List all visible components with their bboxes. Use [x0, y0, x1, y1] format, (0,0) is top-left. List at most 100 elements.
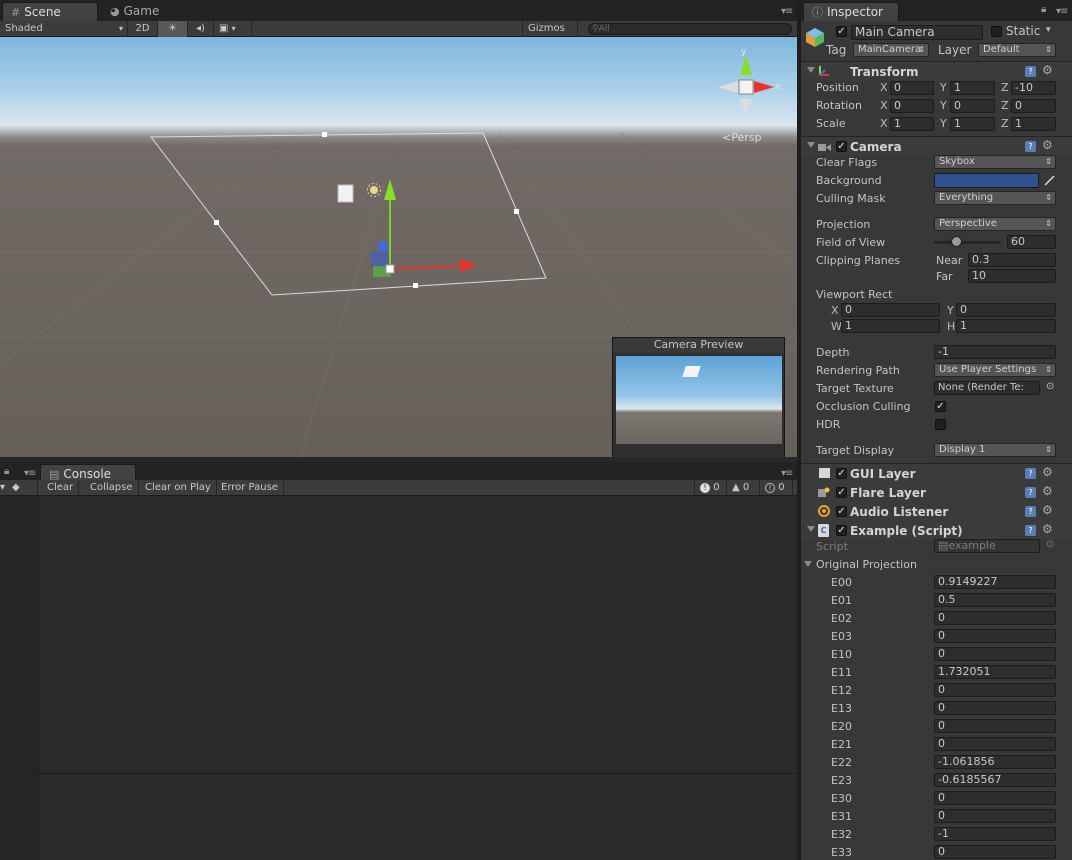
projection-dropdown[interactable]: Perspective ⇕: [934, 217, 1056, 231]
tab-game[interactable]: ◕ Game: [102, 2, 182, 21]
rotation-y-field[interactable]: 0: [950, 99, 995, 113]
fov-slider-track[interactable]: [934, 241, 1001, 244]
error-pause-button[interactable]: Error Pause: [216, 480, 284, 496]
gizmos-dropdown[interactable]: Gizmos ▾: [522, 21, 578, 48]
example-script-header[interactable]: C ✓ Example (Script) ? ⚙: [801, 521, 1072, 540]
panel-menu-icon[interactable]: ▾≡: [1056, 6, 1068, 17]
matrix-e33-field[interactable]: 0: [934, 845, 1056, 859]
tag-icon[interactable]: ▾ ◆: [0, 480, 38, 496]
hdr-checkbox[interactable]: [935, 419, 946, 430]
gear-icon[interactable]: ⚙: [1042, 465, 1053, 479]
active-checkbox[interactable]: ✓: [836, 26, 847, 37]
static-checkbox[interactable]: [991, 26, 1002, 37]
panel-menu-icon[interactable]: ▾≡: [781, 6, 793, 17]
object-picker-icon[interactable]: ⊙: [1046, 539, 1054, 550]
near-field[interactable]: 0.3: [968, 253, 1056, 267]
position-x-field[interactable]: 0: [890, 81, 934, 95]
audio-listener-header[interactable]: ✓ Audio Listener ? ⚙: [801, 502, 1072, 521]
far-field[interactable]: 10: [968, 269, 1056, 283]
matrix-e00-field[interactable]: 0.9149227: [934, 575, 1056, 589]
depth-field[interactable]: -1: [934, 345, 1056, 359]
panel-menu-icon[interactable]: ▾≡: [781, 468, 793, 479]
flare-layer-header[interactable]: ✓ Flare Layer ? ⚙: [801, 483, 1072, 502]
viewport-x-field[interactable]: 0: [841, 303, 940, 317]
scale-x-field[interactable]: 1: [890, 117, 934, 131]
camera-header[interactable]: ✓ Camera ? ⚙: [801, 137, 1072, 156]
example-script-checkbox[interactable]: ✓: [836, 525, 847, 536]
camera-enabled-checkbox[interactable]: ✓: [836, 141, 847, 152]
cube-object[interactable]: [337, 184, 354, 203]
scale-y-field[interactable]: 1: [950, 117, 995, 131]
rotation-x-field[interactable]: 0: [890, 99, 934, 113]
matrix-e02-field[interactable]: 0: [934, 611, 1056, 625]
matrix-e13-field[interactable]: 0: [934, 701, 1056, 715]
help-icon[interactable]: ?: [1025, 66, 1036, 77]
matrix-e31-field[interactable]: 0: [934, 809, 1056, 823]
clear-flags-dropdown[interactable]: Skybox ⇕: [934, 155, 1056, 169]
matrix-e30-field[interactable]: 0: [934, 791, 1056, 805]
errors-toggle[interactable]: ! 0: [760, 480, 793, 496]
shading-dropdown[interactable]: Shaded ▾: [0, 21, 128, 37]
collapse-button[interactable]: Collapse: [85, 480, 139, 496]
move-gizmo[interactable]: [371, 179, 478, 277]
rendering-path-dropdown[interactable]: Use Player Settings ⇕: [934, 363, 1056, 377]
position-y-field[interactable]: 1: [950, 81, 995, 95]
help-icon[interactable]: ?: [1025, 506, 1036, 517]
rotation-z-field[interactable]: 0: [1011, 99, 1056, 113]
scene-viewport[interactable]: y x <Persp Camera Preview: [0, 37, 797, 457]
position-z-field[interactable]: -10: [1011, 81, 1056, 95]
eyedropper-icon[interactable]: [1043, 173, 1057, 187]
console-divider[interactable]: [39, 773, 799, 774]
orientation-gizmo[interactable]: [718, 55, 774, 115]
effects-dropdown[interactable]: ▣ ▾: [214, 21, 252, 37]
tab-inspector[interactable]: ⓘ Inspector: [803, 2, 899, 21]
2d-toggle[interactable]: 2D: [128, 21, 158, 37]
lock-icon[interactable]: 🔒︎: [4, 466, 9, 477]
object-picker-icon[interactable]: ⊙: [1046, 381, 1054, 392]
gear-icon[interactable]: ⚙: [1042, 63, 1053, 77]
tag-dropdown[interactable]: MainCamera ⇕: [853, 43, 929, 57]
clear-button[interactable]: Clear: [42, 480, 80, 496]
matrix-e12-field[interactable]: 0: [934, 683, 1056, 697]
matrix-e03-field[interactable]: 0: [934, 629, 1056, 643]
help-icon[interactable]: ?: [1025, 468, 1036, 479]
clear-on-play-button[interactable]: Clear on Play: [140, 480, 217, 496]
audio-listener-checkbox[interactable]: ✓: [836, 506, 847, 517]
help-icon[interactable]: ?: [1025, 141, 1036, 152]
help-icon[interactable]: ?: [1025, 487, 1036, 498]
matrix-e23-field[interactable]: -0.6185567: [934, 773, 1056, 787]
viewport-h-field[interactable]: 1: [956, 319, 1056, 333]
gui-layer-header[interactable]: ✓ GUI Layer ? ⚙: [801, 464, 1072, 483]
fov-slider-thumb[interactable]: [951, 236, 963, 247]
viewport-y-field[interactable]: 0: [956, 303, 1056, 317]
scale-z-field[interactable]: 1: [1011, 117, 1056, 131]
original-projection-label[interactable]: Original Projection: [816, 558, 917, 571]
background-color-swatch[interactable]: [934, 173, 1039, 188]
foldout-arrow-icon[interactable]: [804, 561, 812, 567]
console-log-list[interactable]: [38, 497, 799, 860]
gear-icon[interactable]: ⚙: [1042, 484, 1053, 498]
matrix-e10-field[interactable]: 0: [934, 647, 1056, 661]
matrix-e01-field[interactable]: 0.5: [934, 593, 1056, 607]
viewport-w-field[interactable]: 1: [841, 319, 940, 333]
target-display-dropdown[interactable]: Display 1 ⇕: [934, 443, 1056, 457]
help-icon[interactable]: ?: [1025, 525, 1036, 536]
messages-toggle[interactable]: ! 0: [694, 480, 727, 496]
matrix-e21-field[interactable]: 0: [934, 737, 1056, 751]
fov-field[interactable]: 60: [1007, 235, 1056, 249]
audio-toggle[interactable]: ◂): [188, 21, 214, 37]
gear-icon[interactable]: ⚙: [1042, 138, 1053, 152]
foldout-arrow-icon[interactable]: [807, 142, 815, 148]
lighting-toggle[interactable]: ☀: [158, 21, 188, 37]
warnings-toggle[interactable]: ▲ 0: [727, 480, 760, 496]
foldout-arrow-icon[interactable]: [807, 526, 815, 532]
occlusion-culling-checkbox[interactable]: ✓: [935, 401, 946, 412]
foldout-arrow-icon[interactable]: [807, 67, 815, 73]
matrix-e11-field[interactable]: 1.732051: [934, 665, 1056, 679]
lock-icon[interactable]: 🔒︎: [1041, 4, 1046, 15]
chevron-down-icon[interactable]: ▾: [1046, 25, 1051, 35]
scene-search-input[interactable]: ⚲All: [588, 23, 792, 35]
flare-layer-checkbox[interactable]: ✓: [836, 487, 847, 498]
persp-label[interactable]: <Persp: [722, 131, 761, 144]
matrix-e22-field[interactable]: -1.061856: [934, 755, 1056, 769]
